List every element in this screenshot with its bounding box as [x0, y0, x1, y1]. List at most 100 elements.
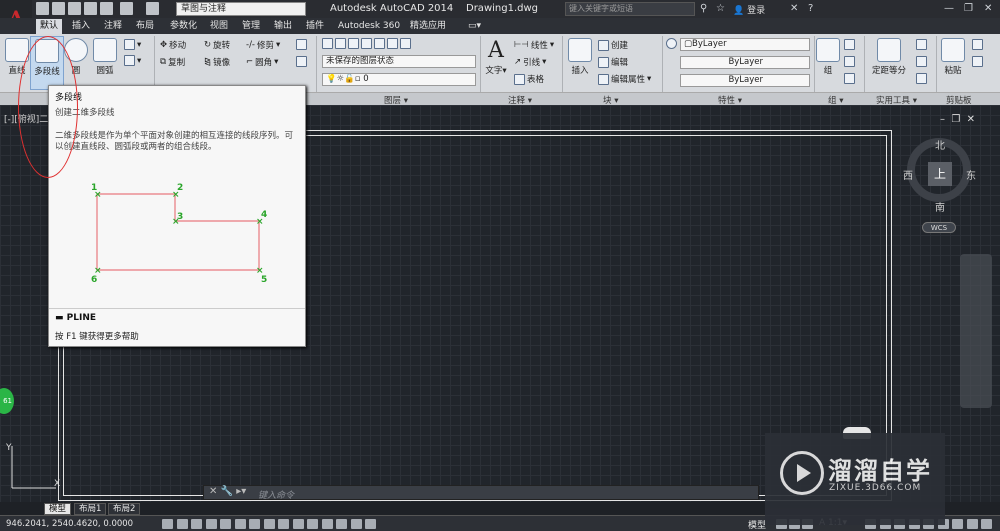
polar-icon[interactable] [220, 519, 231, 529]
compass-south[interactable]: 南 [935, 199, 945, 214]
tab-autodesk360[interactable]: Autodesk 360 [334, 19, 404, 34]
saveas-icon[interactable] [84, 2, 97, 15]
compass-north[interactable]: 北 [935, 137, 945, 152]
infer-constraints-icon[interactable] [162, 519, 173, 529]
close-cmd-icon[interactable]: ✕ 🔧 ▸▾ [209, 486, 246, 497]
paste-tool[interactable]: 粘贴 [940, 38, 966, 76]
transparency-icon[interactable] [321, 519, 333, 529]
layout-tab-1[interactable]: 布局1 [74, 503, 107, 515]
help-icon[interactable]: ? [808, 3, 813, 14]
insert-label: 插入 [571, 66, 589, 76]
close-icon[interactable]: ✕ [984, 3, 992, 14]
restore-icon[interactable]: ❐ [964, 3, 973, 14]
binoculars-icon[interactable]: ⚲ [700, 3, 707, 14]
star-icon[interactable]: ☆ [716, 3, 725, 14]
group-edit-tool[interactable] [844, 56, 855, 67]
tab-parametric[interactable]: 参数化 [166, 19, 201, 34]
redo-icon[interactable] [146, 2, 159, 15]
viewport-window-controls[interactable]: – ❐ ✕ [940, 114, 975, 125]
ribbon-toggle-icon[interactable]: ▭▾ [464, 19, 485, 34]
tab-view[interactable]: 视图 [206, 19, 232, 34]
linetype-dropdown[interactable]: ByLayer [680, 56, 810, 69]
lineweight-icon[interactable] [307, 519, 318, 529]
lineweight-dropdown[interactable]: ByLayer [680, 74, 810, 87]
grid-icon[interactable] [191, 519, 202, 529]
group-tool[interactable]: 组 [816, 38, 840, 76]
command-line[interactable]: ✕ 🔧 ▸▾ 键入命令 [203, 485, 759, 501]
erase-tool[interactable] [296, 56, 307, 67]
layout-tab-2[interactable]: 布局2 [108, 503, 141, 515]
workspace-dropdown[interactable]: 草图与注释 [176, 2, 306, 16]
group-select-tool[interactable] [844, 73, 855, 84]
dyn-icon[interactable] [292, 519, 304, 529]
tab-featured-apps[interactable]: 精选应用 [406, 19, 450, 34]
edit-block-tool[interactable]: 编辑 [598, 56, 628, 68]
mirror-tool[interactable]: ⧎ 镜像 [204, 56, 230, 68]
trim-tool[interactable]: -/- 修剪 ▾ [246, 39, 280, 51]
tab-annotate[interactable]: 注释 [100, 19, 126, 34]
print-icon[interactable] [100, 2, 113, 15]
hatch-tool[interactable]: ▾ [124, 55, 141, 66]
edit-attributes-tool[interactable]: 编辑属性 ▾ [598, 73, 651, 85]
isolate-objects-icon[interactable] [966, 519, 978, 529]
qp-icon[interactable] [336, 519, 347, 529]
move-tool[interactable]: ✥ 移动 [160, 39, 186, 51]
am-icon[interactable] [365, 519, 376, 529]
save-icon[interactable] [68, 2, 81, 15]
table-tool[interactable]: 表格 [514, 73, 544, 85]
sc-icon[interactable] [350, 519, 362, 529]
rotate-tool[interactable]: ↻ 旋转 [204, 39, 230, 51]
compass-west[interactable]: 西 [903, 167, 913, 182]
measure-tool[interactable]: 定距等分 [868, 38, 910, 76]
tab-insert[interactable]: 插入 [68, 19, 94, 34]
command-input[interactable]: 键入命令 [258, 488, 294, 501]
navigation-bar[interactable] [960, 254, 992, 408]
tab-output[interactable]: 输出 [270, 19, 296, 34]
hardware-accel-icon[interactable] [952, 519, 963, 529]
minimize-icon[interactable]: — [944, 3, 954, 14]
ducs-icon[interactable] [278, 519, 289, 529]
leader-tool[interactable]: ↗ 引线 ▾ [514, 56, 546, 68]
undo-icon[interactable] [120, 2, 133, 15]
otrack-icon[interactable] [263, 519, 275, 529]
ortho-icon[interactable] [205, 519, 217, 529]
tab-plugins[interactable]: 插件 [302, 19, 328, 34]
create-block-tool[interactable]: 创建 [598, 39, 628, 51]
layer-dropdown[interactable]: 💡☼🔓▫ 0 [322, 73, 476, 86]
new-icon[interactable] [36, 2, 49, 15]
viewcube-top-face[interactable]: 上 [928, 162, 952, 186]
copy-tool[interactable]: ⧉ 复制 [160, 56, 185, 68]
arc-tool[interactable]: 圆弧 [92, 38, 118, 76]
rectangle-tool[interactable]: ▾ [124, 39, 141, 50]
match-properties-tool[interactable] [666, 38, 677, 49]
explode-tool[interactable] [296, 39, 307, 50]
layer-state-dropdown[interactable]: 未保存的图层状态 [322, 55, 476, 68]
layout-tab-model[interactable]: 模型 [44, 503, 72, 515]
ungroup-tool[interactable] [844, 39, 855, 50]
login-button[interactable]: 👤 登录 [733, 3, 765, 16]
id-point-tool[interactable] [916, 73, 927, 84]
snap-icon[interactable] [176, 519, 188, 529]
fillet-tool[interactable]: ⌐ 圆角 ▾ [246, 56, 278, 68]
search-input[interactable]: 键入关键字或短语 [565, 2, 695, 16]
wcs-menu[interactable]: WCS [922, 222, 956, 233]
color-dropdown[interactable]: ▢ByLayer [680, 38, 810, 51]
osnap-icon[interactable] [234, 519, 246, 529]
3d-osnap-icon[interactable] [249, 519, 260, 529]
model-space-button[interactable]: 模型 [748, 518, 766, 531]
open-icon[interactable] [52, 2, 65, 15]
tab-default[interactable]: 默认 [36, 19, 63, 34]
copy-clip-tool[interactable] [972, 56, 983, 67]
tab-manage[interactable]: 管理 [238, 19, 264, 34]
insert-block-tool[interactable]: 插入 [566, 38, 594, 76]
clean-screen-icon[interactable] [981, 519, 992, 529]
cut-tool[interactable] [972, 39, 983, 50]
quick-calc-tool[interactable] [916, 39, 927, 50]
layer-tools-row[interactable] [322, 38, 411, 49]
text-tool[interactable]: A 文字▾ [484, 38, 508, 76]
exchange-icon[interactable]: ✕ [790, 3, 798, 14]
tab-layout[interactable]: 布局 [132, 19, 158, 34]
compass-east[interactable]: 东 [966, 167, 976, 182]
quick-select-tool[interactable] [916, 56, 927, 67]
linear-dim-tool[interactable]: ⊢⊣ 线性 ▾ [514, 39, 554, 51]
